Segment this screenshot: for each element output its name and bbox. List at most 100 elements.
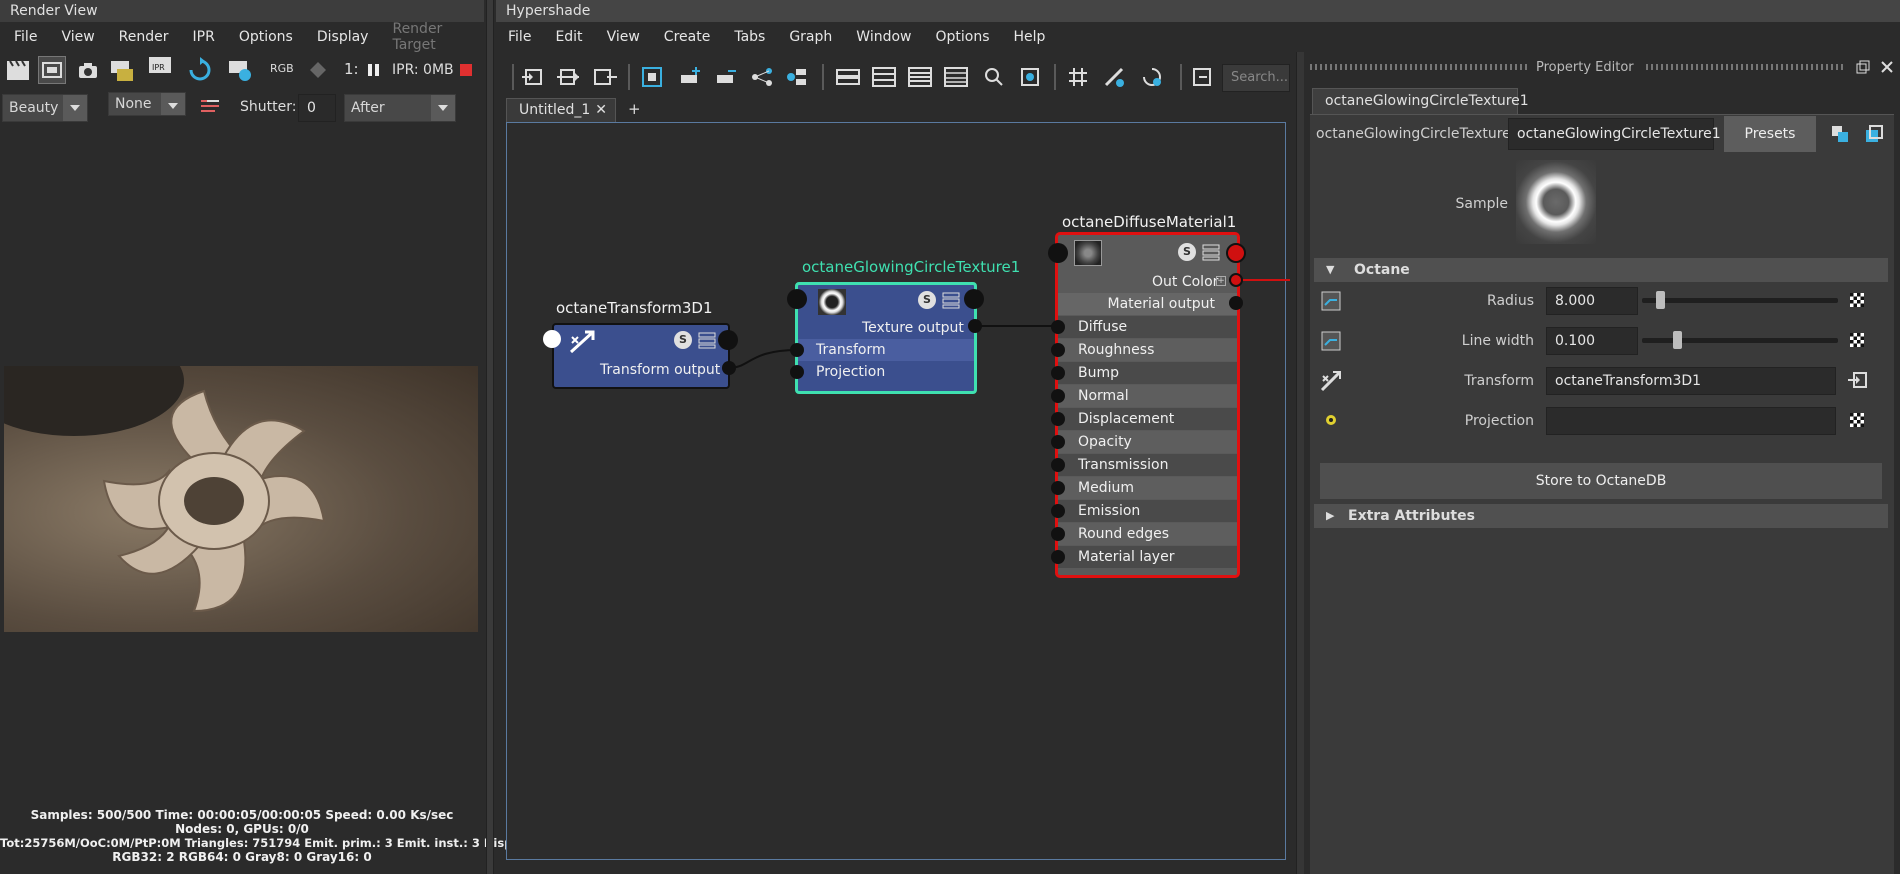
input-port[interactable] bbox=[1051, 435, 1065, 449]
transform-output-port[interactable] bbox=[722, 361, 736, 375]
render-pass-dropdown[interactable]: Beauty bbox=[2, 94, 88, 122]
pause-icon[interactable] bbox=[360, 56, 388, 84]
grip-handle-icon[interactable] bbox=[1310, 64, 1528, 70]
diffuse-node-expand-port[interactable] bbox=[1226, 243, 1246, 263]
input-port[interactable] bbox=[1051, 458, 1065, 472]
output-connections-icon[interactable] bbox=[592, 63, 620, 91]
grid-toggle-icon[interactable] bbox=[1064, 63, 1092, 91]
octane-section-header[interactable]: ▼ Octane bbox=[1314, 258, 1888, 282]
select-node-icon[interactable] bbox=[1864, 124, 1884, 144]
radius-slider-track[interactable] bbox=[1642, 298, 1838, 303]
radius-slider-knob[interactable] bbox=[1655, 291, 1665, 309]
glowing-node-expand-port[interactable] bbox=[964, 289, 984, 309]
hs-menu-window[interactable]: Window bbox=[844, 29, 923, 45]
input-port[interactable] bbox=[1051, 527, 1065, 541]
node-menu-icon[interactable] bbox=[698, 331, 716, 349]
grip-handle-icon[interactable] bbox=[1646, 64, 1846, 70]
input-port[interactable] bbox=[1051, 366, 1065, 380]
add-tab-button[interactable]: + bbox=[628, 100, 641, 118]
navigate-to-input-icon[interactable] bbox=[1846, 371, 1868, 389]
snap-to-grid-icon[interactable] bbox=[1100, 63, 1128, 91]
glowing-circle-node[interactable]: S Texture output Transform Projection bbox=[795, 282, 977, 394]
search-icon[interactable] bbox=[980, 63, 1008, 91]
render-clapper-icon[interactable] bbox=[4, 56, 32, 84]
menu-display[interactable]: Display bbox=[305, 29, 381, 45]
close-tab-icon[interactable]: ✕ bbox=[595, 99, 607, 121]
menu-render[interactable]: Render bbox=[107, 29, 181, 45]
projection-attr-field[interactable] bbox=[1546, 407, 1836, 435]
line-width-slider-knob[interactable] bbox=[1673, 331, 1683, 349]
transform-node-input-port[interactable] bbox=[543, 330, 561, 348]
s-badge[interactable]: S bbox=[674, 331, 692, 349]
input-port[interactable] bbox=[1051, 481, 1065, 495]
material-output-port[interactable] bbox=[1229, 296, 1243, 310]
presets-button[interactable]: Presets bbox=[1724, 116, 1816, 152]
shutter-input[interactable]: 0 bbox=[298, 94, 336, 122]
input-port[interactable] bbox=[1051, 504, 1065, 518]
connected-view-icon[interactable] bbox=[870, 63, 898, 91]
snapshot-camera-icon[interactable] bbox=[74, 56, 102, 84]
store-to-octanedb-button[interactable]: Store to OctaneDB bbox=[1320, 463, 1882, 499]
hs-menu-create[interactable]: Create bbox=[652, 29, 723, 45]
line-width-input[interactable]: 0.100 bbox=[1546, 327, 1638, 355]
hs-menu-view[interactable]: View bbox=[595, 29, 652, 45]
close-icon[interactable] bbox=[1880, 60, 1894, 74]
simple-view-icon[interactable] bbox=[834, 63, 862, 91]
node-name-field[interactable]: octaneGlowingCircleTexture1 bbox=[1508, 118, 1721, 150]
ipr-refresh-icon[interactable] bbox=[186, 56, 214, 84]
s-badge[interactable]: S bbox=[1178, 243, 1196, 261]
float-window-icon[interactable] bbox=[1856, 60, 1870, 74]
input-output-connections-icon[interactable] bbox=[554, 63, 582, 91]
line-width-slider-track[interactable] bbox=[1642, 338, 1838, 343]
stop-render-icon[interactable] bbox=[460, 64, 472, 76]
show-input-output-icon[interactable] bbox=[1830, 124, 1850, 144]
diffuse-material-node[interactable]: S Out Color + Material output Diffuse Ro… bbox=[1055, 232, 1240, 578]
radius-input[interactable]: 8.000 bbox=[1546, 287, 1638, 315]
hs-menu-edit[interactable]: Edit bbox=[543, 29, 594, 45]
texture-map-icon[interactable] bbox=[1320, 290, 1342, 312]
hypershade-search-input[interactable]: Search... bbox=[1222, 64, 1290, 92]
glowing-node-input-port[interactable] bbox=[787, 289, 807, 309]
transform-attr-field[interactable]: octaneTransform3D1 bbox=[1546, 367, 1836, 395]
out-color-expand-icon[interactable]: + bbox=[1216, 276, 1226, 286]
input-connections-icon[interactable] bbox=[518, 63, 546, 91]
alpha-channel-icon[interactable] bbox=[304, 56, 332, 84]
input-port[interactable] bbox=[1051, 343, 1065, 357]
out-color-port[interactable] bbox=[1229, 273, 1243, 287]
transform-node[interactable]: S Transform output bbox=[552, 323, 730, 389]
graph-network-icon[interactable] bbox=[784, 63, 812, 91]
render-settings-icon[interactable] bbox=[226, 56, 254, 84]
ratio-label[interactable]: 1: bbox=[344, 60, 359, 78]
hs-menu-file[interactable]: File bbox=[496, 29, 543, 45]
menu-render-target[interactable]: Render Target bbox=[380, 21, 482, 53]
swatch-rendering-icon[interactable] bbox=[1016, 63, 1044, 91]
s-badge[interactable]: S bbox=[918, 291, 936, 309]
node-menu-icon[interactable] bbox=[942, 291, 960, 309]
input-port[interactable] bbox=[1051, 550, 1065, 564]
hs-menu-tabs[interactable]: Tabs bbox=[722, 29, 777, 45]
full-view-icon[interactable] bbox=[906, 63, 934, 91]
graph-frame-icon[interactable] bbox=[1188, 63, 1216, 91]
graph-tab[interactable]: Untitled_1 ✕ bbox=[506, 98, 616, 122]
render-sequence-icon[interactable] bbox=[108, 56, 136, 84]
glowing-transform-input-port[interactable] bbox=[790, 343, 804, 357]
menu-file[interactable]: File bbox=[2, 29, 49, 45]
diffuse-node-input-port[interactable] bbox=[1048, 243, 1068, 263]
custom-view-icon[interactable] bbox=[942, 63, 970, 91]
map-button-icon[interactable] bbox=[1850, 333, 1864, 347]
input-port[interactable] bbox=[1051, 320, 1065, 334]
glowing-projection-input-port[interactable] bbox=[790, 365, 804, 379]
remove-selected-icon[interactable] bbox=[712, 63, 740, 91]
rgb-channel-label[interactable]: RGB bbox=[270, 62, 294, 75]
map-button-icon[interactable] bbox=[1850, 413, 1864, 427]
node-menu-icon[interactable] bbox=[1202, 243, 1220, 261]
menu-options[interactable]: Options bbox=[227, 29, 305, 45]
map-button-icon[interactable] bbox=[1850, 293, 1864, 307]
input-port[interactable] bbox=[1051, 389, 1065, 403]
panel-splitter[interactable] bbox=[486, 0, 494, 874]
list-options-icon[interactable] bbox=[196, 92, 224, 120]
graph-layout-icon[interactable] bbox=[748, 63, 776, 91]
input-port[interactable] bbox=[1051, 412, 1065, 426]
property-editor-splitter[interactable] bbox=[1296, 52, 1304, 874]
after-dropdown[interactable]: After bbox=[344, 94, 456, 122]
